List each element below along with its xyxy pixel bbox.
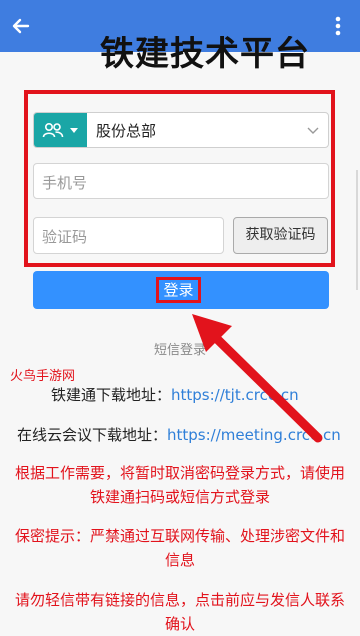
notice-password-disabled: 根据工作需要，将暂时取消密码登录方式，请使用铁建通扫码或短信方式登录: [14, 464, 345, 506]
group-dropdown-button[interactable]: [34, 113, 87, 147]
caret-down-icon: [70, 128, 78, 133]
chevron-down-icon: [307, 127, 319, 134]
page-title-text: 铁建技术平台: [100, 36, 310, 72]
get-code-button[interactable]: 获取验证码: [233, 217, 328, 254]
notice-phishing-warning: 请勿轻信带有链接的信息，点击前应与发信人联系确认: [14, 591, 345, 633]
verification-code-input[interactable]: 验证码: [33, 217, 224, 254]
meeting-download-label: 在线云会议下载地址：: [17, 426, 168, 444]
watermark-text: 火鸟手游网: [10, 369, 76, 384]
sms-login-link[interactable]: 短信登录: [0, 339, 360, 358]
railway-download-label: 铁建通下载地址：: [51, 386, 172, 404]
railway-download-link[interactable]: https://tjt.crcc.cn: [171, 386, 299, 404]
code-placeholder: 验证码: [42, 228, 88, 246]
railway-download-row: 铁建通下载地址：https://tjt.crcc.cn: [51, 384, 299, 405]
phone-input[interactable]: 手机号: [33, 163, 329, 199]
phone-placeholder: 手机号: [42, 174, 88, 192]
org-select[interactable]: 股份总部: [33, 112, 329, 148]
users-icon: [42, 122, 64, 138]
meeting-download-link[interactable]: https://meeting.crcc.cn: [167, 426, 341, 444]
meeting-download-row: 在线云会议下载地址：https://meeting.crcc.cn: [17, 424, 341, 445]
scrollbar[interactable]: [356, 170, 358, 290]
notice-confidentiality: 保密提示：严禁通过互联网传输、处理涉密文件和信息: [14, 527, 345, 569]
page-title: 铁建技术平台: [0, 36, 360, 72]
login-button-label[interactable]: 登录: [156, 277, 201, 303]
org-select-value: 股份总部: [96, 122, 157, 140]
